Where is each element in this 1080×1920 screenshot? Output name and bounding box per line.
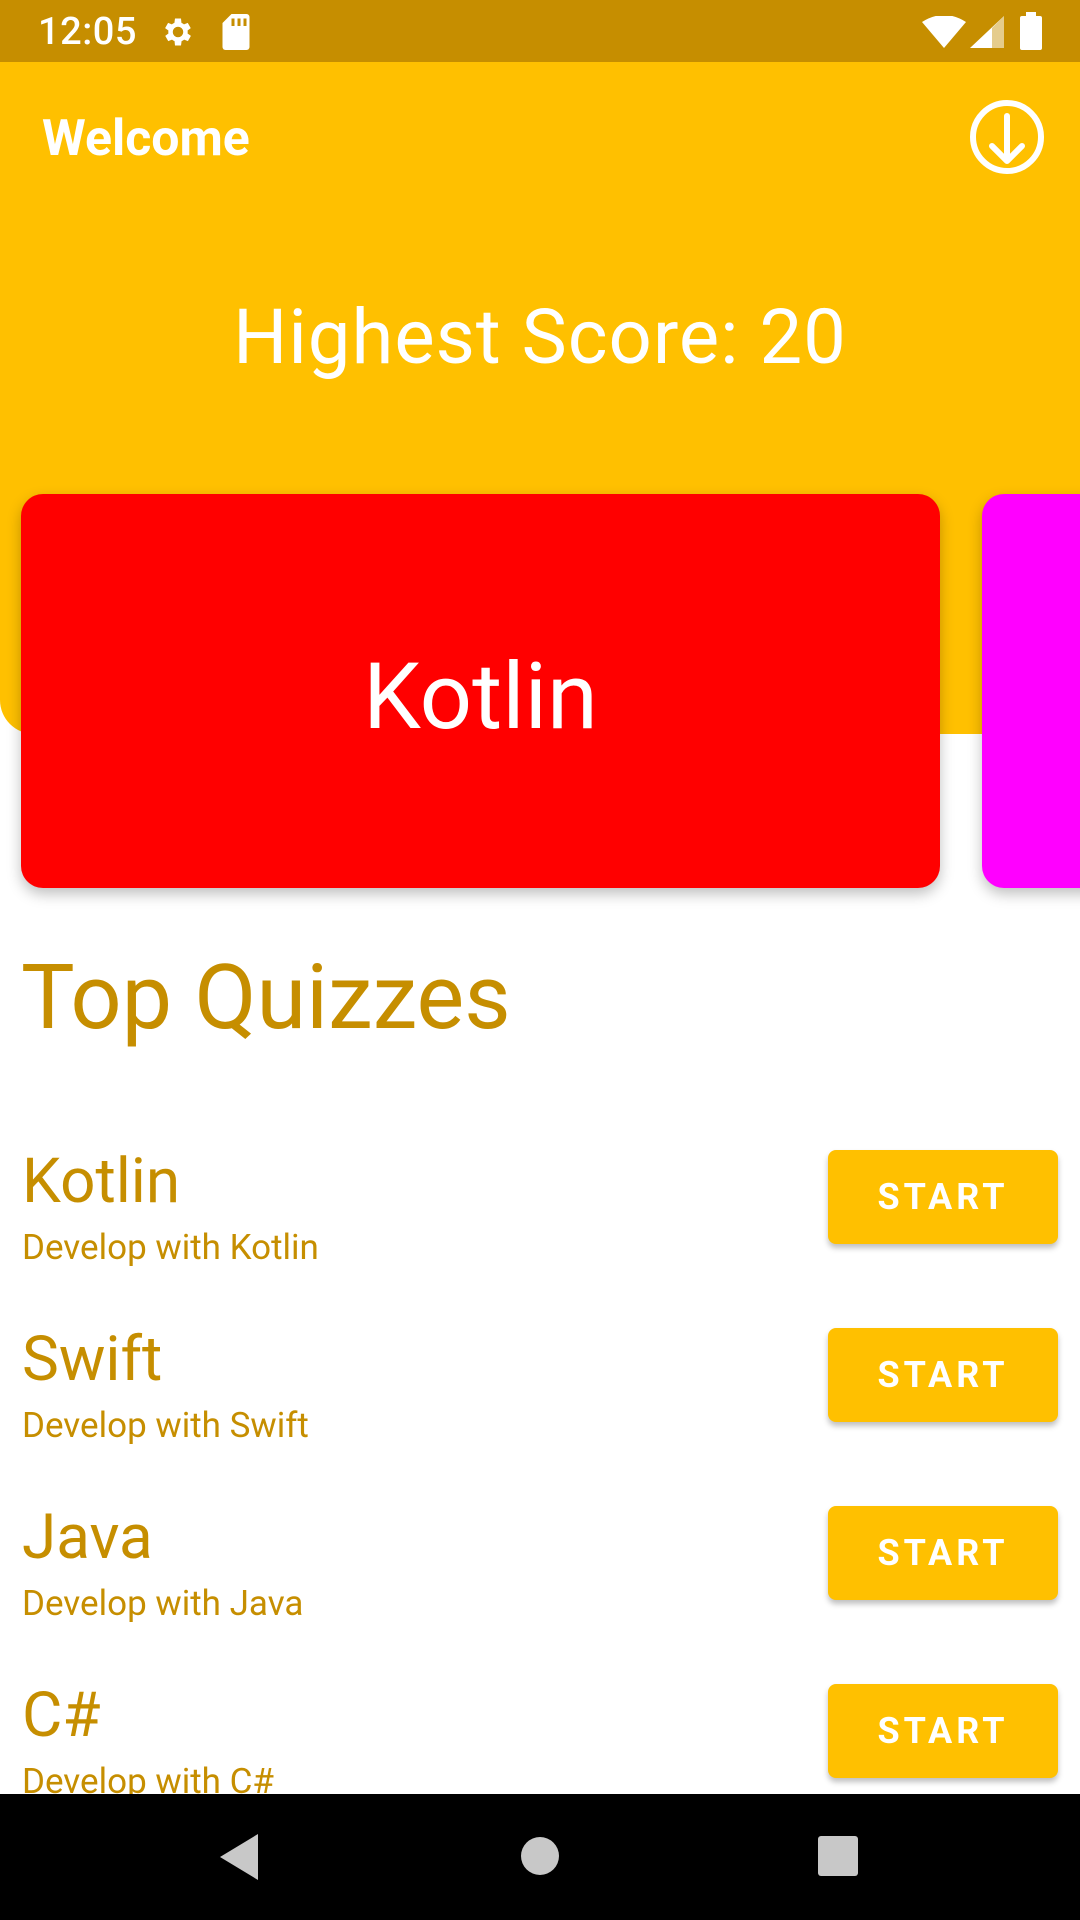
- list-item: Kotlin Develop with Kotlin START: [0, 1135, 1080, 1285]
- card-title: Kotlin: [363, 644, 598, 751]
- quiz-name: Kotlin: [22, 1145, 181, 1218]
- quiz-description: Develop with Swift: [22, 1405, 309, 1446]
- home-icon[interactable]: [520, 1836, 560, 1876]
- app-title: Welcome: [42, 110, 250, 168]
- wifi-icon: [922, 16, 966, 48]
- signal-icon: [970, 16, 1004, 48]
- navigation-bar: [0, 1794, 1080, 1920]
- quiz-description: Develop with Java: [22, 1583, 304, 1624]
- download-icon[interactable]: [966, 96, 1048, 178]
- sd-card-icon: [222, 14, 250, 50]
- section-title: Top Quizzes: [21, 945, 511, 1050]
- quiz-name: Swift: [22, 1323, 163, 1396]
- start-button-java[interactable]: START: [828, 1506, 1058, 1600]
- gear-icon: [165, 18, 191, 46]
- quiz-name: C#: [22, 1679, 101, 1752]
- carousel-card-next[interactable]: [982, 494, 1080, 888]
- highest-score: Highest Score: 20: [233, 292, 847, 382]
- back-icon[interactable]: [216, 1832, 260, 1882]
- start-button-swift[interactable]: START: [828, 1328, 1058, 1422]
- recents-icon[interactable]: [818, 1836, 858, 1876]
- quiz-description: Develop with Kotlin: [22, 1227, 319, 1268]
- start-button-csharp[interactable]: START: [828, 1684, 1058, 1778]
- carousel-card-kotlin[interactable]: Kotlin: [21, 494, 940, 888]
- list-item: Swift Develop with Swift START: [0, 1313, 1080, 1463]
- status-time: 12:05: [38, 10, 137, 54]
- start-button-kotlin[interactable]: START: [828, 1150, 1058, 1244]
- list-item: Java Develop with Java START: [0, 1491, 1080, 1641]
- battery-icon: [1020, 12, 1042, 50]
- status-bar: 12:05: [0, 0, 1080, 62]
- quiz-name: Java: [22, 1501, 153, 1574]
